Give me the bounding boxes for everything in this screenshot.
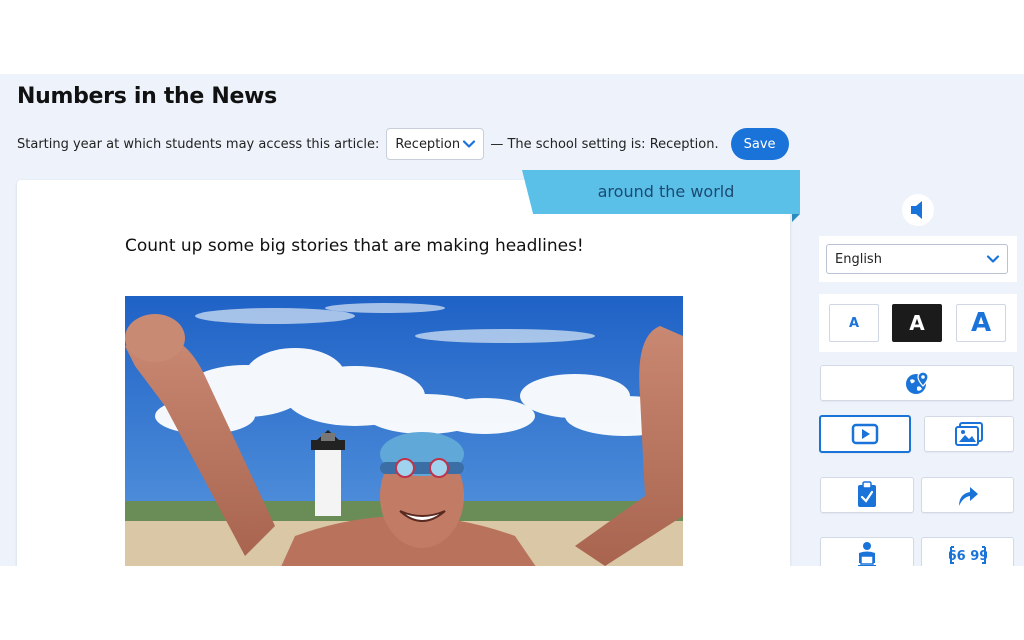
- language-value: English: [835, 251, 882, 267]
- font-size-small-button[interactable]: A: [829, 304, 879, 342]
- year-select[interactable]: Reception: [386, 128, 485, 160]
- clipboard-icon: [858, 481, 876, 507]
- app-frame: Numbers in the News Starting year at whi…: [0, 74, 1024, 566]
- share-button[interactable]: [921, 477, 1014, 513]
- access-label: Starting year at which students may acce…: [17, 136, 380, 152]
- school-setting-text: — The school setting is: Reception.: [490, 136, 719, 152]
- page-title: Numbers in the News: [17, 84, 277, 109]
- access-settings-row: Starting year at which students may acce…: [17, 128, 789, 160]
- article-subtitle: Count up some big stories that are makin…: [125, 236, 584, 256]
- reader-icon: [858, 542, 876, 566]
- gallery-button[interactable]: [924, 416, 1014, 452]
- map-button[interactable]: [820, 365, 1014, 401]
- globe-location-icon: [906, 371, 929, 394]
- swimmer-photo: [125, 296, 683, 566]
- category-label: around the world: [597, 182, 735, 201]
- category-tab-fold: [792, 214, 800, 222]
- quote-icon: 66 99: [949, 546, 987, 564]
- svg-text:66 99: 66 99: [949, 549, 987, 564]
- image-gallery-icon: [955, 422, 983, 446]
- article-hero-image: [125, 296, 683, 566]
- tools-sidebar: English A A A 66 99: [812, 180, 1024, 566]
- video-button[interactable]: [819, 415, 911, 453]
- speaker-icon: [911, 201, 922, 219]
- chevron-down-icon: [986, 255, 1000, 263]
- language-select[interactable]: English: [826, 244, 1008, 274]
- video-icon: [851, 423, 879, 445]
- font-size-large-button[interactable]: A: [956, 304, 1006, 342]
- category-tab: around the world: [522, 170, 800, 222]
- quiz-button[interactable]: [820, 477, 914, 513]
- quote-button[interactable]: 66 99: [921, 537, 1014, 566]
- audio-button[interactable]: [902, 194, 934, 226]
- reader-button[interactable]: [820, 537, 914, 566]
- article-card: Count up some big stories that are makin…: [17, 180, 790, 566]
- year-select-value: Reception: [395, 136, 461, 152]
- share-arrow-icon: [958, 487, 978, 506]
- font-size-medium-button[interactable]: A: [892, 304, 942, 342]
- chevron-down-icon: [463, 140, 476, 148]
- save-button[interactable]: Save: [730, 128, 789, 160]
